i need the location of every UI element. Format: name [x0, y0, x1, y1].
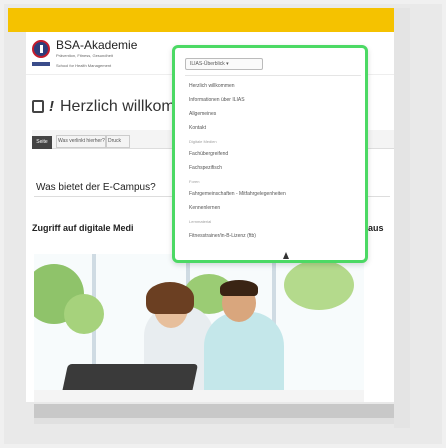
menu-item-kennenlernen[interactable]: Kennenlernen [189, 205, 220, 211]
logo-subtitle: Prävention, Fitness, Gesundheit [56, 53, 113, 58]
menu-section-lernmaterial: Lernmaterial [189, 219, 212, 224]
dropdown-label: ILIAS-Überblick ▾ [190, 61, 229, 67]
menu-item-allgemeines[interactable]: Allgemeines [189, 111, 216, 117]
desk [34, 390, 364, 402]
tab-druck[interactable]: Druck [108, 138, 121, 144]
mouse-cursor-icon [283, 252, 289, 259]
bottom-bar [34, 404, 394, 418]
menu-section-foren: Foren [189, 179, 200, 184]
dropdown-toggle[interactable]: ILIAS-Überblick ▾ [185, 58, 263, 70]
tree-foliage [284, 260, 354, 310]
page-title: Herzlich willkom [60, 98, 175, 115]
logo-icon[interactable] [32, 40, 50, 58]
menu-item-herzlich-willkommen[interactable]: Herzlich willkommen [189, 83, 235, 89]
logo-subtitle-2: School for Health Management [56, 63, 112, 68]
person-man [204, 312, 284, 402]
page-icon [32, 100, 44, 113]
tree-foliage [64, 294, 104, 334]
menu-separator [185, 75, 361, 76]
exclamation-icon: ! [49, 98, 54, 115]
menu-item-fachuebergreifend[interactable]: Fachübergreifend [189, 151, 228, 157]
section-question: Was bietet der E-Campus? [36, 182, 156, 193]
person-woman-hair [146, 282, 194, 314]
tab-seite[interactable]: Seite [32, 136, 52, 149]
menu-item-fahrgemeinschaften[interactable]: Fahrgemeinschaften - Mitfahrgelegenheite… [189, 191, 286, 197]
logo-title[interactable]: BSA-Akademie [56, 38, 137, 52]
menu-item-informationen[interactable]: Informationen über ILIAS [189, 97, 245, 103]
ilias-overview-dropdown[interactable]: ILIAS-Überblick ▾ Herzlich willkommen In… [172, 45, 368, 263]
tab-was-verlinkt[interactable]: Was verlinkt hierher? [58, 138, 105, 144]
top-bar [8, 8, 394, 32]
subheading-end: aus [368, 223, 384, 233]
left-margin [8, 32, 26, 412]
menu-item-fachspezifisch[interactable]: Fachspezifisch [189, 165, 222, 171]
bottom-bar-shadow [34, 418, 394, 424]
hero-photo [34, 254, 364, 402]
menu-section-digitale-medien: Digitale Medien [189, 139, 217, 144]
menu-item-fitnesstrainer[interactable]: Fitnesstrainer/in-B-Lizenz (ftb) [189, 233, 256, 239]
menu-item-kontakt[interactable]: Kontakt [189, 125, 206, 131]
person-man-hair [220, 280, 258, 296]
logo-stripe [32, 62, 50, 66]
right-scroll-area[interactable] [394, 8, 410, 428]
subheading: Zugriff auf digitale Medi [32, 223, 134, 233]
